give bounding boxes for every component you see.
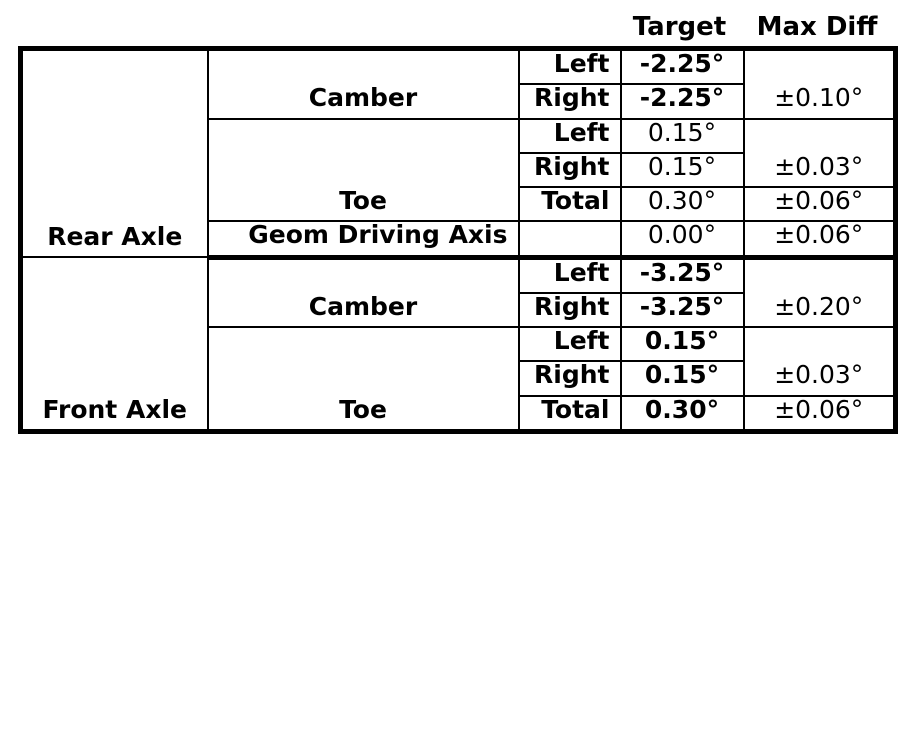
target-value: 0.15° [619,117,745,154]
max-diff-value: ±0.06° [742,220,897,260]
max-diff-value: ±0.06° [742,185,897,223]
target-value: 0.30° [619,185,745,223]
axle-group-label: Front Axle [19,255,209,433]
target-value: 0.15° [619,360,745,397]
target-value: -2.25° [619,83,745,120]
max-diff-value: ±0.20° [742,256,897,328]
target-value: 0.30° [619,394,745,433]
target-value: -3.25° [619,291,745,329]
column-header-row: Target Max Diff [0,10,913,46]
measurement-label: Camber [206,47,520,120]
side-label: Left [517,325,622,363]
max-diff-value: ±0.10° [742,47,897,120]
target-value: 0.15° [619,325,745,363]
target-value: -3.25° [619,256,745,294]
side-label: Total [517,394,622,433]
max-diff-value: ±0.03° [742,117,897,188]
side-label: Right [517,83,622,120]
target-value: 0.00° [619,220,745,260]
side-label: Left [517,47,622,86]
measurement-label: Geom Driving Axis [206,220,520,260]
side-label: Right [517,151,622,189]
table-row: Front Axle Camber Left -3.25° ±0.20° [19,255,897,433]
table-row: Rear Axle Camber Left -2.25° ±0.10° [19,47,897,258]
measurement-label: Toe [206,325,520,433]
side-label: Total [517,185,622,223]
side-label-empty [517,220,622,260]
alignment-specification-table: Rear Axle Camber Left -2.25° ±0.10° Right -2.2… [18,46,898,434]
measurement-label: Camber [206,256,520,328]
side-label: Right [517,360,622,397]
wheel-alignment-spec-page: Target Max Diff Rear Axle Camber Left -2.25… [0,0,913,740]
column-header-max-diff: Max Diff [756,12,878,42]
side-label: Right [517,291,622,329]
side-label: Left [517,256,622,294]
measurement-label: Toe [206,117,520,223]
target-value: 0.15° [619,151,745,189]
alignment-table-body: Rear Axle Camber Left -2.25° ±0.10° Right -2.2… [19,47,897,433]
max-diff-value: ±0.06° [742,394,897,433]
side-label: Left [517,117,622,154]
axle-group-label: Rear Axle [19,47,209,258]
max-diff-value: ±0.03° [742,326,897,397]
column-header-target: Target [632,12,727,42]
target-value: -2.25° [619,47,745,86]
